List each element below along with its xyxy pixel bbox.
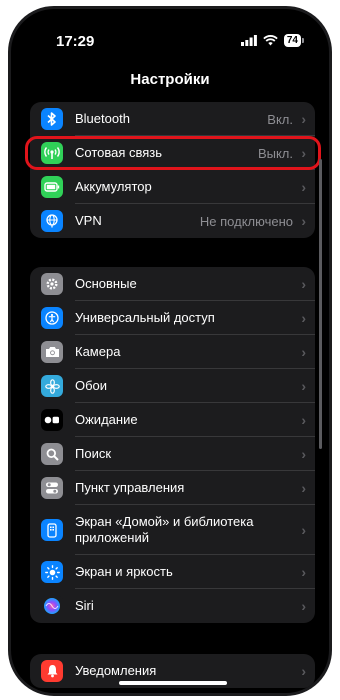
chevron-right-icon: › bbox=[301, 522, 306, 538]
bluetooth-icon bbox=[41, 108, 63, 130]
sun-icon bbox=[41, 561, 63, 583]
chevron-right-icon: › bbox=[301, 276, 306, 292]
general-group: Основные › Универсальный доступ › Камера… bbox=[30, 267, 315, 623]
row-label: Siri bbox=[75, 598, 94, 613]
bell-icon bbox=[41, 660, 63, 682]
row-battery[interactable]: Аккумулятор › bbox=[30, 170, 315, 204]
home-indicator[interactable] bbox=[119, 681, 227, 685]
chevron-right-icon: › bbox=[301, 111, 306, 127]
chevron-right-icon: › bbox=[301, 564, 306, 580]
chevron-right-icon: › bbox=[301, 344, 306, 360]
standby-icon bbox=[41, 409, 63, 431]
search-icon bbox=[41, 443, 63, 465]
wifi-icon bbox=[263, 35, 278, 46]
row-label: Экран «Домой» и библиотека приложений bbox=[75, 514, 254, 545]
row-label: Универсальный доступ bbox=[75, 310, 215, 325]
row-camera[interactable]: Камера › bbox=[30, 335, 315, 369]
row-label: Уведомления bbox=[75, 663, 157, 678]
row-label: Bluetooth bbox=[75, 111, 130, 126]
status-bar: 17:29 74 bbox=[11, 9, 329, 59]
row-label: Поиск bbox=[75, 446, 112, 461]
row-search[interactable]: Поиск › bbox=[30, 437, 315, 471]
connectivity-group: Bluetooth Вкл. › Сотовая связь Выкл. › А… bbox=[30, 102, 315, 238]
camera-icon bbox=[41, 341, 63, 363]
siri-icon bbox=[41, 595, 63, 617]
row-label: Обои bbox=[75, 378, 108, 393]
chevron-right-icon: › bbox=[301, 412, 306, 428]
row-standby[interactable]: Ожидание › bbox=[30, 403, 315, 437]
chevron-right-icon: › bbox=[301, 213, 306, 229]
row-label: Основные bbox=[75, 276, 137, 291]
chevron-right-icon: › bbox=[301, 310, 306, 326]
row-bluetooth[interactable]: Bluetooth Вкл. › bbox=[30, 102, 315, 136]
row-label: Ожидание bbox=[75, 412, 138, 427]
battery-icon bbox=[41, 176, 63, 198]
status-icons: 74 bbox=[240, 34, 305, 47]
chevron-right-icon: › bbox=[301, 179, 306, 195]
page-title: Настройки bbox=[130, 71, 210, 88]
row-home-screen[interactable]: Экран «Домой» и библиотека приложений › bbox=[30, 505, 315, 555]
row-wallpaper[interactable]: Обои › bbox=[30, 369, 315, 403]
chevron-right-icon: › bbox=[301, 480, 306, 496]
toggles-icon bbox=[41, 477, 63, 499]
row-label: Экран и яркость bbox=[75, 564, 173, 579]
phone-screen: 17:29 74 Настройки Bluetooth Вкл. › Сото… bbox=[8, 6, 332, 696]
row-control-center[interactable]: Пункт управления › bbox=[30, 471, 315, 505]
row-display[interactable]: Экран и яркость › bbox=[30, 555, 315, 589]
homescreen-icon bbox=[41, 519, 63, 541]
gear-icon bbox=[41, 273, 63, 295]
accessibility-icon bbox=[41, 307, 63, 329]
status-time: 17:29 bbox=[56, 33, 95, 50]
row-vpn[interactable]: VPN Не подключено › bbox=[30, 204, 315, 238]
signal-icon bbox=[240, 35, 257, 46]
row-value: Не подключено bbox=[199, 213, 293, 229]
row-label: Камера bbox=[75, 344, 121, 359]
row-value: Вкл. bbox=[267, 111, 293, 127]
row-siri[interactable]: Siri › bbox=[30, 589, 315, 623]
row-label: Аккумулятор bbox=[75, 179, 152, 194]
chevron-right-icon: › bbox=[301, 663, 306, 679]
scrollbar[interactable] bbox=[319, 159, 322, 449]
row-general[interactable]: Основные › bbox=[30, 267, 315, 301]
chevron-right-icon: › bbox=[301, 378, 306, 394]
chevron-right-icon: › bbox=[301, 598, 306, 614]
row-accessibility[interactable]: Универсальный доступ › bbox=[30, 301, 315, 335]
row-label: Пункт управления bbox=[75, 480, 185, 495]
row-label: VPN bbox=[75, 213, 102, 228]
globe-icon bbox=[41, 210, 63, 232]
battery-indicator: 74 bbox=[283, 34, 305, 47]
cellular-highlight-frame bbox=[25, 136, 321, 170]
chevron-right-icon: › bbox=[301, 446, 306, 462]
flower-icon bbox=[41, 375, 63, 397]
